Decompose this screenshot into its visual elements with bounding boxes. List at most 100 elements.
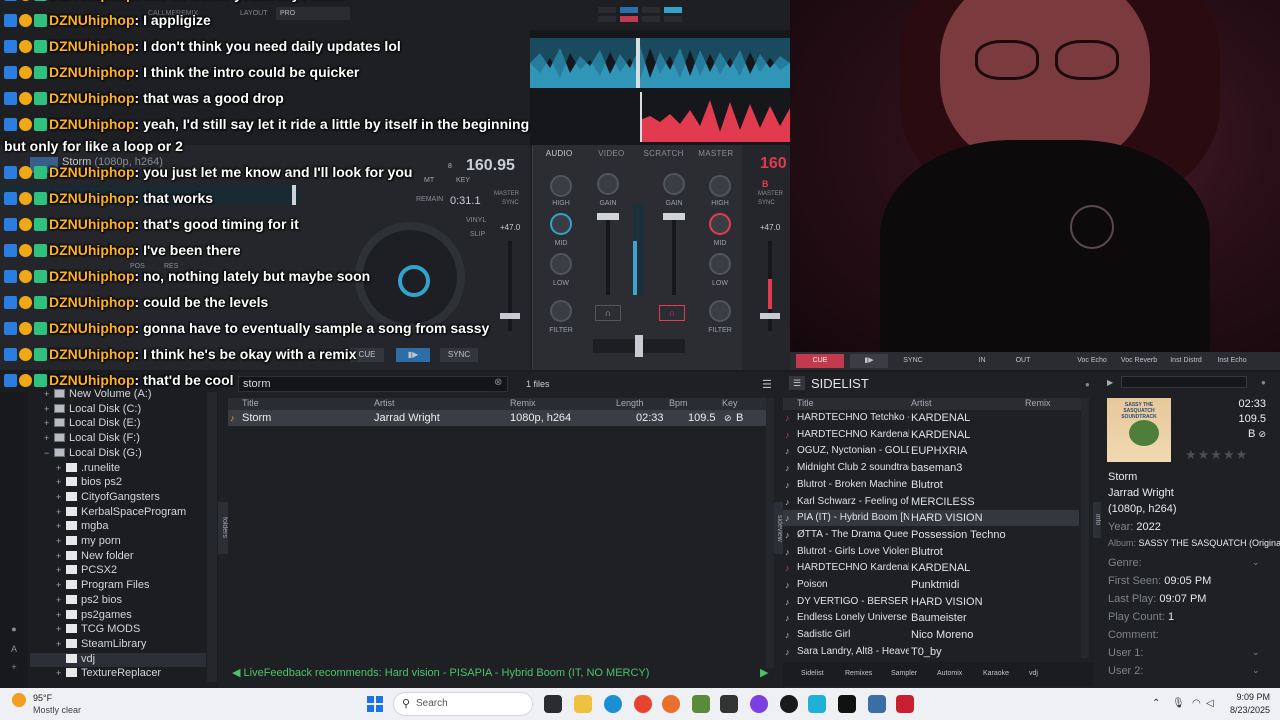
table-row[interactable]: ♪ Storm Jarrad Wright 1080p, h264 02:33 … bbox=[228, 410, 774, 426]
expand-toggle-icon[interactable]: + bbox=[56, 580, 66, 590]
gain-knob-left[interactable] bbox=[597, 173, 619, 195]
deck-2-sync-label[interactable]: SYNC bbox=[758, 200, 775, 206]
folder-tree-item[interactable]: + my porn bbox=[56, 535, 121, 549]
tab-vdj[interactable]: vdj bbox=[1029, 670, 1038, 677]
info-tab[interactable]: info bbox=[1093, 502, 1101, 538]
expand-toggle-icon[interactable]: + bbox=[44, 404, 54, 414]
tab-sampler[interactable]: Sampler bbox=[891, 670, 917, 677]
info-play-icon[interactable]: ▶ bbox=[1107, 378, 1113, 387]
waveform-display[interactable] bbox=[530, 30, 790, 145]
sidelist-row[interactable]: ♪ Endless Lonely Universe Baumeister bbox=[783, 610, 1079, 626]
expand-toggle-icon[interactable]: + bbox=[56, 595, 66, 605]
eq-high-knob-left[interactable] bbox=[550, 175, 572, 197]
deck-2-cue-button[interactable]: CUE bbox=[796, 354, 844, 368]
deck-1-slip-button[interactable]: SLIP bbox=[470, 231, 485, 238]
tab-audio[interactable]: AUDIO bbox=[533, 145, 585, 163]
column-title[interactable]: Title bbox=[242, 398, 259, 408]
loop-out-button[interactable]: OUT bbox=[1008, 354, 1038, 368]
tray-chevron-up-icon[interactable]: ⌃ bbox=[1152, 698, 1160, 709]
expand-toggle-icon[interactable]: + bbox=[56, 639, 66, 649]
info-user1[interactable]: User 1: bbox=[1108, 647, 1143, 659]
expand-toggle-icon[interactable]: + bbox=[56, 492, 66, 502]
deck-1-key-label[interactable]: KEY bbox=[456, 177, 470, 184]
app-vector-icon[interactable] bbox=[868, 695, 886, 713]
expand-toggle-icon[interactable]: + bbox=[56, 624, 66, 634]
weather-temperature[interactable]: 95°F bbox=[33, 693, 52, 703]
expand-toggle-icon[interactable]: + bbox=[56, 521, 66, 531]
task-view-icon[interactable] bbox=[544, 695, 562, 713]
sidelist-row[interactable]: ♪ ØTTA - The Drama Queen [PPossession Tec… bbox=[783, 527, 1079, 543]
loop-in-button[interactable]: IN bbox=[968, 354, 996, 368]
column-length[interactable]: Length bbox=[616, 398, 644, 408]
app-icon[interactable] bbox=[720, 695, 738, 713]
expand-toggle-icon[interactable]: − bbox=[44, 448, 54, 458]
clear-search-icon[interactable]: ⊗ bbox=[494, 377, 502, 388]
deck-2-pitch-handle[interactable] bbox=[760, 313, 780, 319]
sidelist-row[interactable]: ♪ OGUZ, Nyctonian - GOLDENEUPHXRIA bbox=[783, 443, 1079, 459]
microphone-icon[interactable]: 🎙︎ bbox=[1172, 698, 1185, 709]
prev-arrow-icon[interactable]: ◀ bbox=[232, 667, 244, 679]
clock-date[interactable]: 8/23/2025 bbox=[1220, 705, 1270, 715]
genre-chevron-down-icon[interactable]: ⌄ bbox=[1252, 557, 1260, 568]
expand-toggle-icon[interactable]: + bbox=[56, 536, 66, 546]
tab-remixes[interactable]: Remixes bbox=[845, 670, 872, 677]
folder-tree-item[interactable]: + bios ps2 bbox=[56, 476, 122, 490]
eq-mid-knob-left[interactable] bbox=[550, 213, 572, 235]
sidelist-column-remix[interactable]: Remix bbox=[1025, 398, 1051, 408]
deck-1-jog-wheel[interactable] bbox=[355, 222, 465, 332]
user2-chevron-down-icon[interactable]: ⌄ bbox=[1252, 665, 1260, 676]
weather-description[interactable]: Mostly clear bbox=[33, 705, 81, 715]
folder-tree-item[interactable]: vdj bbox=[30, 652, 206, 667]
folder-tree-item[interactable]: + New Volume (A:) bbox=[44, 388, 152, 402]
fx-inst-distrd-button[interactable]: Inst Distrd bbox=[1164, 354, 1208, 368]
folder-tree-item[interactable]: + KerbalSpaceProgram bbox=[56, 506, 186, 520]
layout-select[interactable]: PRO bbox=[276, 7, 350, 20]
fx-inst-echo-button[interactable]: Inst Echo bbox=[1212, 354, 1252, 368]
filter-knob-right[interactable] bbox=[709, 300, 731, 322]
folder-tree-item[interactable]: + New folder bbox=[56, 550, 134, 564]
expand-toggle-icon[interactable]: + bbox=[56, 477, 66, 487]
folder-tree-item[interactable]: + ps2 bios bbox=[56, 594, 122, 608]
sidelist-row[interactable]: ♪ HARDTECHNO Kardenal - TaKARDENAL bbox=[783, 560, 1079, 576]
expand-toggle-icon[interactable]: + bbox=[56, 668, 66, 678]
deck-selector[interactable] bbox=[598, 7, 686, 23]
sidelist-row[interactable]: ♪ Blutrot - Girls Love Violence [Blutrot bbox=[783, 544, 1079, 560]
headphone-cue-left-icon[interactable]: ∩ bbox=[595, 305, 621, 321]
deck-2-sync-button[interactable]: SYNC bbox=[894, 354, 932, 368]
edge-icon[interactable] bbox=[604, 695, 622, 713]
folder-tree-item[interactable]: + Program Files bbox=[56, 579, 149, 593]
folder-tree-item[interactable]: − Local Disk (G:) bbox=[44, 447, 142, 461]
sideview-tab[interactable]: sideview bbox=[774, 502, 783, 554]
folder-tree-item[interactable]: + PCSX2 bbox=[56, 564, 117, 578]
folder-tree-item[interactable]: + Local Disk (F:) bbox=[44, 432, 140, 446]
tab-karaoke[interactable]: Karaoke bbox=[983, 670, 1009, 677]
expand-toggle-icon[interactable]: + bbox=[56, 507, 66, 517]
column-bpm[interactable]: Bpm bbox=[669, 398, 688, 408]
info-comment[interactable]: Comment: bbox=[1108, 629, 1159, 641]
capcut-icon[interactable] bbox=[838, 695, 856, 713]
sidelist-scrollbar[interactable] bbox=[1081, 398, 1089, 658]
expand-toggle-icon[interactable]: + bbox=[56, 551, 66, 561]
chrome-icon[interactable] bbox=[634, 695, 652, 713]
deck-2-key[interactable]: B bbox=[762, 179, 769, 189]
fx-voc-echo-button[interactable]: Voc Echo bbox=[1072, 354, 1112, 368]
folder-tree-item[interactable]: + ps2games bbox=[56, 609, 132, 623]
sidelist-row[interactable]: ♪ Midnight Club 2 soundtrack-Sbaseman3 bbox=[783, 460, 1079, 476]
tab-video[interactable]: VIDEO bbox=[585, 145, 637, 163]
column-remix[interactable]: Remix bbox=[510, 398, 536, 408]
wifi-icon[interactable]: ◠ bbox=[1192, 698, 1201, 709]
livefeedback-recommendation[interactable]: ◀ LiveFeedback recommends: Hard vision -… bbox=[232, 666, 772, 679]
app-wave-icon[interactable] bbox=[808, 695, 826, 713]
folder-tree-item[interactable]: + Local Disk (E:) bbox=[44, 417, 141, 431]
expand-toggle-icon[interactable]: + bbox=[44, 389, 54, 399]
info-options-icon[interactable]: ● bbox=[1261, 378, 1266, 387]
expand-toggle-icon[interactable]: + bbox=[44, 418, 54, 428]
folder-tree-item[interactable]: + TextureReplacer bbox=[56, 667, 161, 681]
tab-scratch[interactable]: SCRATCH bbox=[638, 145, 690, 163]
font-size-icon[interactable]: A bbox=[9, 644, 19, 654]
column-artist[interactable]: Artist bbox=[374, 398, 395, 408]
folder-tree-item[interactable]: + TCG MODS bbox=[56, 623, 140, 637]
deck-1-master-label[interactable]: MASTER bbox=[494, 191, 519, 197]
taskbar-search[interactable]: ⚲ Search bbox=[393, 692, 533, 716]
filter-knob-left[interactable] bbox=[550, 300, 572, 322]
